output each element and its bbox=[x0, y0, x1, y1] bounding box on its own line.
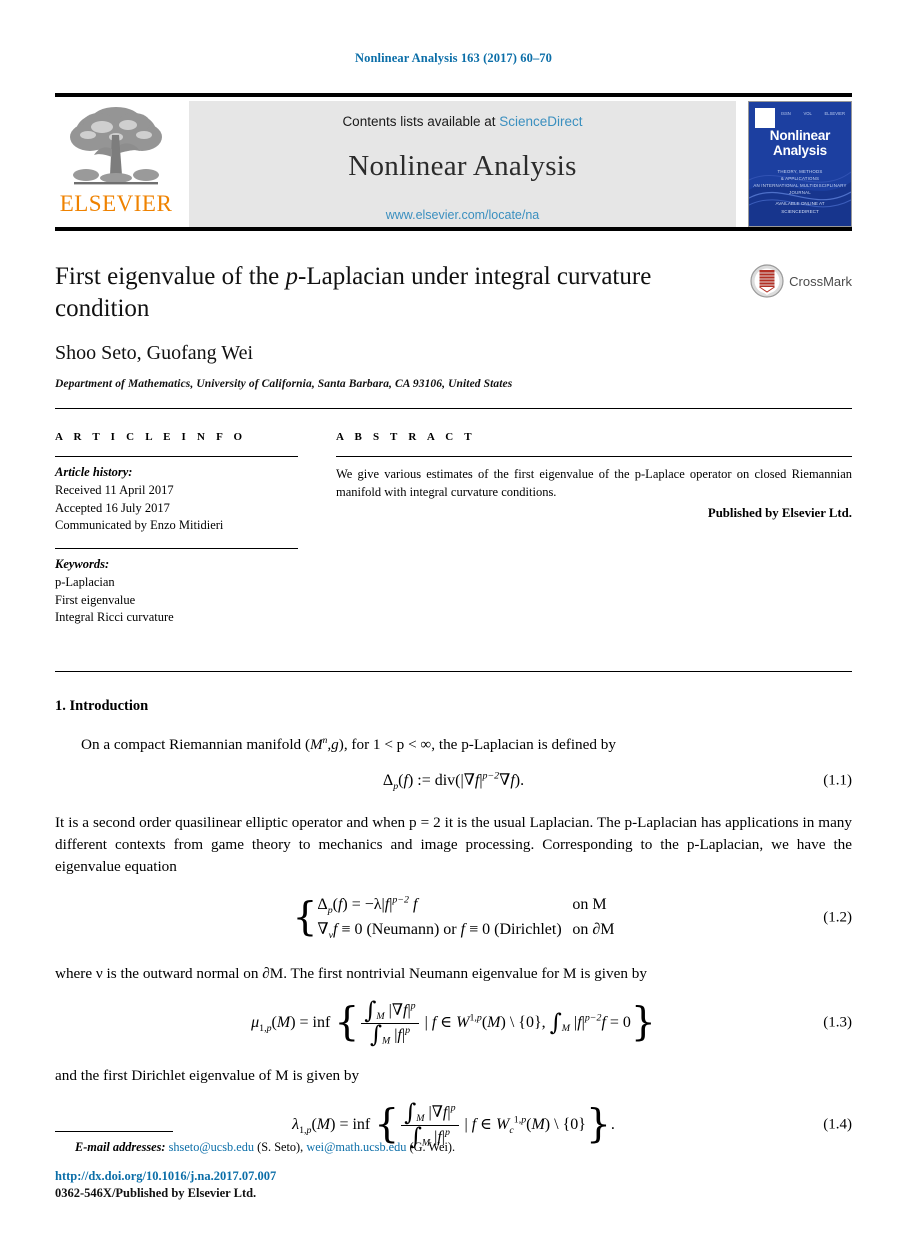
info-abstract-block: A R T I C L E I N F O Article history: R… bbox=[55, 431, 852, 627]
paragraph-3: where ν is the outward normal on ∂M. The… bbox=[55, 965, 647, 983]
article-info-column: A R T I C L E I N F O Article history: R… bbox=[55, 431, 298, 627]
journal-cover-thumbnail[interactable]: ISSN VOL ELSEVIER Nonlinear Analysis THE… bbox=[748, 101, 852, 227]
email-link-2[interactable]: wei@math.ucsb.edu bbox=[306, 1140, 406, 1154]
author-list: Shoo Seto, Guofang Wei bbox=[55, 342, 254, 364]
equation-1-1-number: (1.1) bbox=[823, 772, 852, 789]
cover-mark-right: ELSEVIER bbox=[824, 111, 845, 116]
history-accepted: Accepted 16 July 2017 bbox=[55, 500, 170, 515]
article-header: CrossMark First eigenvalue of the p-Lapl… bbox=[55, 261, 852, 390]
cover-subtitle: THEORY, METHODS & APPLICATIONS AN INTERN… bbox=[749, 168, 851, 196]
equation-1-1: Δp(f) := div(|∇f|p−2∇f). (1.1) bbox=[55, 770, 852, 793]
para1-suffix: ), for 1 < p < ∞, the p-Laplacian is def… bbox=[338, 736, 616, 753]
history-received: Received 11 April 2017 bbox=[55, 482, 174, 497]
equation-1-2-cases: Δp(f) = −λ|f|p−2 f on M ∇νf ≡ 0 (Neumann)… bbox=[317, 893, 614, 945]
article-title: First eigenvalue of the p-Laplacian unde… bbox=[55, 261, 745, 325]
issn-copyright-line: 0362-546X/Published by Elsevier Ltd. bbox=[55, 1185, 257, 1200]
section-heading-introduction: 1. Introduction bbox=[55, 698, 149, 714]
abstract-rule bbox=[336, 456, 852, 457]
doi-block: http://dx.doi.org/10.1016/j.na.2017.07.0… bbox=[55, 1168, 276, 1203]
journal-banner: Contents lists available at ScienceDirec… bbox=[189, 101, 736, 227]
equation-1-3-number: (1.3) bbox=[823, 1014, 852, 1031]
cover-mark-mid: VOL bbox=[803, 111, 812, 116]
introduction-section: 1. Introduction On a compact Riemannian … bbox=[55, 698, 852, 1148]
journal-masthead: ELSEVIER Contents lists available at Sci… bbox=[55, 93, 852, 227]
equation-1-2-domain-2: on ∂M bbox=[572, 921, 615, 939]
elsevier-logo: ELSEVIER bbox=[55, 101, 177, 227]
equation-1-3: μ1,p(M) = inf {∫M |∇f|p ∫M |f|p | f ∈ W1,… bbox=[55, 996, 852, 1048]
running-head: Nonlinear Analysis 163 (2017) 60–70 bbox=[354, 51, 553, 65]
email-link-1[interactable]: shseto@ucsb.edu bbox=[169, 1140, 254, 1154]
cover-bottom-line1: AVAILABLE ONLINE AT bbox=[775, 201, 825, 207]
cover-sub-line1: THEORY, METHODS bbox=[777, 169, 823, 174]
cover-title-line2: Analysis bbox=[773, 143, 827, 159]
keyword-item: First eigenvalue bbox=[55, 592, 136, 607]
crossmark-label: CrossMark bbox=[789, 273, 852, 289]
journal-url-link[interactable]: www.elsevier.com/locate/na bbox=[386, 208, 540, 222]
affiliation: Department of Mathematics, University of… bbox=[55, 378, 513, 390]
para1-prefix: On a compact Riemannian manifold ( bbox=[81, 736, 311, 753]
sciencedirect-link[interactable]: ScienceDirect bbox=[499, 114, 582, 129]
footnote-rule bbox=[55, 1130, 173, 1132]
cover-title-line1: Nonlinear bbox=[769, 128, 831, 143]
cover-title: Nonlinear Analysis bbox=[749, 128, 851, 158]
cover-sub-line2: & APPLICATIONS bbox=[780, 176, 820, 182]
doi-link[interactable]: http://dx.doi.org/10.1016/j.na.2017.07.0… bbox=[55, 1168, 276, 1185]
header-divider bbox=[55, 408, 852, 409]
cover-mark-left: ISSN bbox=[781, 111, 791, 116]
abstract-column: A B S T R A C T We give various estimate… bbox=[336, 431, 852, 627]
cover-bottom-line2: SCIENCEDIRECT bbox=[781, 209, 819, 215]
cover-sub-line3: AN INTERNATIONAL MULTIDISCIPLINARY JOURN… bbox=[753, 183, 847, 196]
email-addresses-note: E-mail addresses: shseto@ucsb.edu (S. Se… bbox=[55, 1139, 852, 1156]
keywords-label: Keywords: bbox=[55, 557, 110, 571]
cover-footer: AVAILABLE ONLINE AT SCIENCEDIRECT bbox=[749, 200, 851, 216]
journal-title: Nonlinear Analysis bbox=[348, 150, 577, 182]
equation-1-2: { Δp(f) = −λ|f|p−2 f on M ∇νf ≡ 0 (Neuman… bbox=[55, 893, 852, 945]
keyword-item: p-Laplacian bbox=[55, 574, 115, 589]
article-history: Article history: Received 11 April 2017 … bbox=[55, 464, 298, 535]
email-owner-1: (S. Seto), bbox=[257, 1139, 304, 1154]
title-part-1: First eigenvalue of the bbox=[55, 263, 286, 290]
abstract-heading: A B S T R A C T bbox=[336, 431, 476, 443]
keyword-item: Integral Ricci curvature bbox=[55, 610, 174, 625]
abstract-bottom-rule bbox=[55, 671, 852, 672]
history-label: Article history: bbox=[55, 465, 133, 479]
abstract-published-by: Published by Elsevier Ltd. bbox=[707, 506, 852, 521]
cover-elsevier-mark bbox=[755, 108, 775, 128]
email-owner-2: (G. Wei). bbox=[409, 1139, 456, 1154]
crossmark-badge[interactable]: CrossMark bbox=[750, 264, 852, 298]
elsevier-wordmark: ELSEVIER bbox=[59, 191, 173, 216]
cases-brace: { bbox=[292, 895, 318, 941]
paragraph-2: It is a second order quasilinear ellipti… bbox=[55, 813, 852, 876]
equation-1-2-domain-1: on M bbox=[572, 895, 607, 913]
paragraph-1: On a compact Riemannian manifold (Mn,g),… bbox=[55, 734, 852, 756]
paper-page: Nonlinear Analysis 163 (2017) 60–70 ELSE… bbox=[0, 0, 907, 1238]
info-rule-top bbox=[55, 456, 298, 457]
equation-1-1-body: Δp(f) := div(|∇f|p−2∇f). bbox=[382, 771, 525, 793]
equation-1-2-number: (1.2) bbox=[823, 909, 852, 926]
manifold-symbol: Mn,g bbox=[310, 735, 339, 753]
crossmark-icon bbox=[750, 264, 784, 298]
footnote-block: E-mail addresses: shseto@ucsb.edu (S. Se… bbox=[55, 1130, 852, 1156]
elsevier-tree-icon bbox=[70, 107, 162, 185]
info-rule-mid bbox=[55, 548, 298, 549]
equation-1-3-body: μ1,p(M) = inf {∫M |∇f|p ∫M |f|p | f ∈ W1,… bbox=[251, 996, 656, 1048]
keywords-block: Keywords: p-Laplacian First eigenvalue I… bbox=[55, 556, 298, 627]
history-communicated: Communicated by Enzo Mitidieri bbox=[55, 518, 224, 533]
title-italic-p: p bbox=[285, 263, 299, 290]
equation-1-2-line-1: Δp(f) = −λ|f|p−2 f on M bbox=[317, 894, 607, 916]
contents-available-line: Contents lists available at ScienceDirec… bbox=[342, 114, 582, 129]
paragraph-4: and the first Dirichlet eigenvalue of M … bbox=[55, 1067, 360, 1085]
abstract-text: We give various estimates of the first e… bbox=[336, 467, 852, 500]
email-label: E-mail addresses: bbox=[75, 1139, 166, 1154]
masthead-bottom-rule bbox=[55, 227, 852, 231]
equation-1-2-line-2: ∇νf ≡ 0 (Neumann) or f ≡ 0 (Dirichlet) on… bbox=[317, 921, 615, 942]
contents-prefix: Contents lists available at bbox=[342, 114, 500, 129]
article-info-heading: A R T I C L E I N F O bbox=[55, 431, 247, 443]
